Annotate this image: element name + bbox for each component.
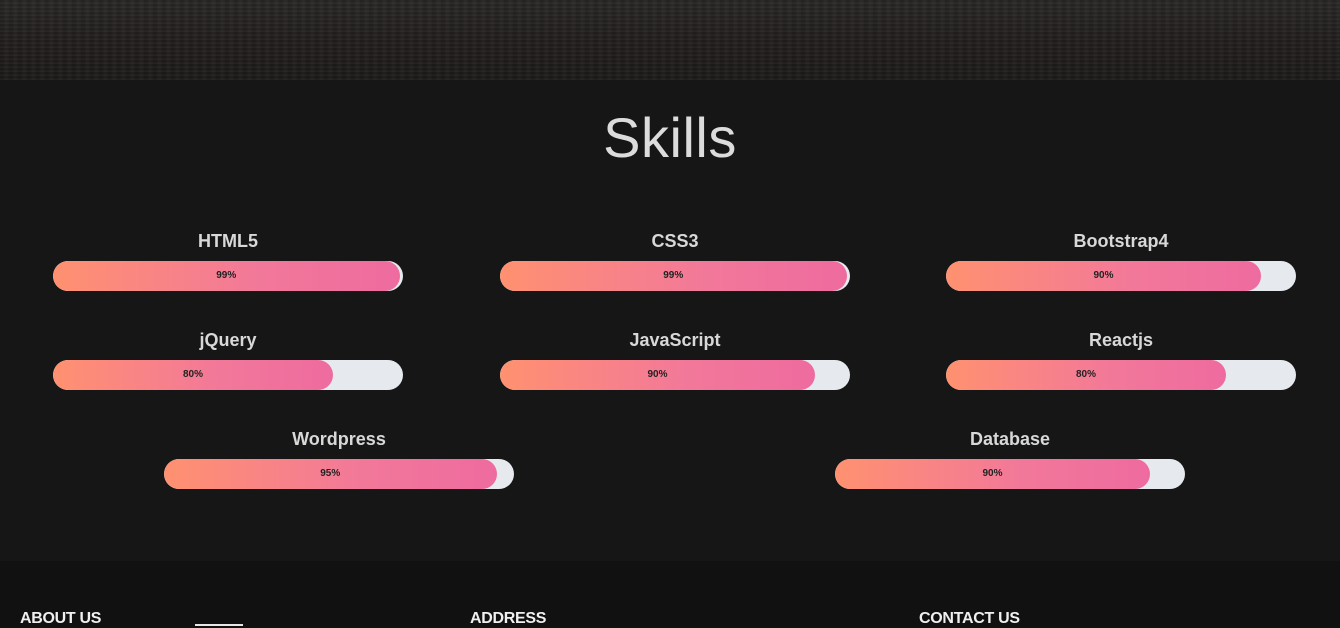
- footer: ABOUT US ADDRESS CONTACT US: [0, 561, 1340, 627]
- skills-section: Skills HTML5 99% CSS3 99% Bootstrap4 90%…: [0, 80, 1340, 561]
- footer-about-heading: ABOUT US: [20, 610, 102, 627]
- skill-reactjs: Reactjs 80%: [946, 330, 1296, 392]
- skill-name: Reactjs: [1088, 330, 1154, 350]
- skill-wordpress: Wordpress 95%: [164, 429, 514, 491]
- skill-name: jQuery: [199, 330, 257, 350]
- skill-progress-track: 90%: [946, 261, 1296, 291]
- skills-title: Skills: [603, 106, 737, 169]
- skill-name: Wordpress: [292, 429, 386, 449]
- skill-css3: CSS3 99%: [500, 231, 850, 293]
- skill-name: CSS3: [651, 231, 699, 251]
- skill-progress-track: 80%: [53, 360, 403, 390]
- skill-name: HTML5: [198, 231, 258, 251]
- skill-name: JavaScript: [629, 330, 721, 350]
- skill-percent-label: 90%: [1093, 270, 1114, 281]
- skill-javascript: JavaScript 90%: [500, 330, 850, 392]
- skill-html5: HTML5 99%: [53, 231, 403, 293]
- skill-database: Database 90%: [835, 429, 1185, 491]
- skill-percent-label: 99%: [663, 270, 684, 281]
- skill-progress-track: 95%: [164, 459, 514, 489]
- skill-percent-label: 90%: [647, 369, 668, 380]
- skill-name: Bootstrap4: [1073, 231, 1169, 251]
- skill-percent-label: 99%: [216, 270, 237, 281]
- footer-contact-heading: CONTACT US: [919, 610, 1020, 627]
- footer-address-heading: ADDRESS: [470, 610, 547, 627]
- skill-jquery: jQuery 80%: [53, 330, 403, 392]
- skill-percent-label: 90%: [982, 468, 1003, 479]
- skill-progress-track: 99%: [53, 261, 403, 291]
- skill-progress-track: 90%: [500, 360, 850, 390]
- skill-progress-track: 99%: [500, 261, 850, 291]
- skill-progress-track: 90%: [835, 459, 1185, 489]
- skill-name: Database: [969, 429, 1051, 449]
- skill-percent-label: 80%: [1075, 369, 1097, 380]
- hero-background-strip: [0, 0, 1340, 80]
- skill-bootstrap4: Bootstrap4 90%: [946, 231, 1296, 293]
- skill-percent-label: 80%: [182, 369, 204, 380]
- skill-progress-track: 80%: [946, 360, 1296, 390]
- skill-percent-label: 95%: [320, 468, 341, 479]
